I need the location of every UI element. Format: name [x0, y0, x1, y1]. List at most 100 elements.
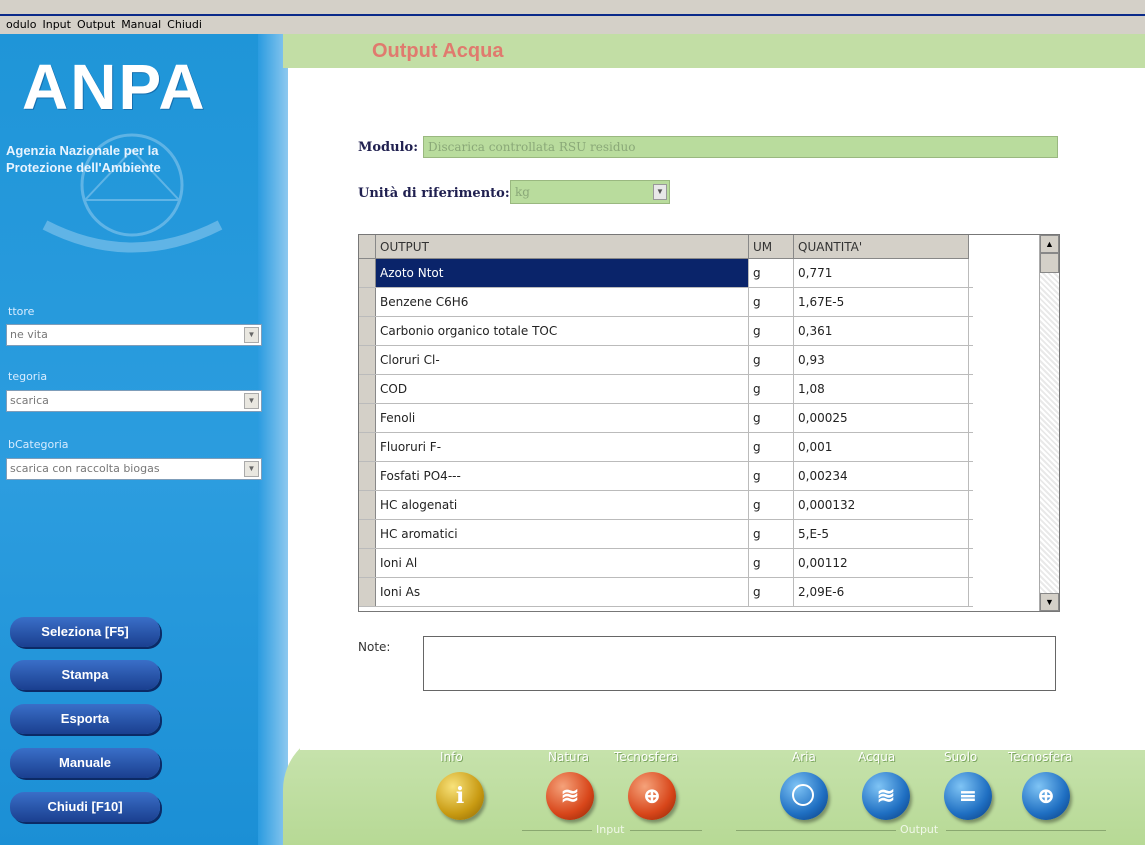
table-row[interactable]: HC aromatici g 5,E-5 — [359, 520, 973, 549]
quantity-cell[interactable]: 2,09E-6 — [794, 578, 969, 606]
output-table: OUTPUT UM QUANTITA' Azoto Ntot g 0,771 Benz… — [358, 234, 1060, 612]
stampa-button[interactable]: Stampa — [10, 660, 160, 690]
output-name-cell[interactable]: Ioni Al — [376, 549, 749, 577]
scroll-thumb[interactable] — [1040, 253, 1059, 273]
output-name-cell[interactable]: Benzene C6H6 — [376, 288, 749, 316]
um-cell[interactable]: g — [749, 346, 794, 374]
table-row[interactable]: HC alogenati g 0,000132 — [359, 491, 973, 520]
quantity-cell[interactable]: 0,00234 — [794, 462, 969, 490]
aria-icon[interactable] — [780, 772, 828, 820]
um-cell[interactable]: g — [749, 462, 794, 490]
output-name-cell[interactable]: COD — [376, 375, 749, 403]
row-selector[interactable] — [359, 346, 376, 374]
agency-name: Agenzia Nazionale per la Protezione dell… — [6, 142, 246, 176]
seleziona-button[interactable]: Seleziona [F5] — [10, 617, 160, 647]
row-selector[interactable] — [359, 462, 376, 490]
um-cell[interactable]: g — [749, 259, 794, 287]
menu-bar-fill — [260, 16, 1145, 34]
output-name-cell[interactable]: Cloruri Cl- — [376, 346, 749, 374]
tecnosfera-output-icon[interactable]: ⊕ — [1022, 772, 1070, 820]
menu-output[interactable]: Output — [77, 18, 115, 31]
column-header-quantita[interactable]: QUANTITA' — [794, 235, 969, 259]
categoria-label: tegoria — [8, 370, 48, 383]
tecnosfera-input-label: Tecnosfera — [614, 750, 679, 764]
um-cell[interactable]: g — [749, 549, 794, 577]
quantity-cell[interactable]: 0,001 — [794, 433, 969, 461]
menu-modulo[interactable]: odulo — [6, 18, 36, 31]
table-row[interactable]: Fosfati PO4--- g 0,00234 — [359, 462, 973, 491]
quantity-cell[interactable]: 1,08 — [794, 375, 969, 403]
column-header-output[interactable]: OUTPUT — [376, 235, 749, 259]
scroll-down-icon[interactable]: ▼ — [1040, 593, 1059, 611]
output-name-cell[interactable]: Ioni As — [376, 578, 749, 606]
subcategoria-label: bCategoria — [8, 438, 69, 451]
output-name-cell[interactable]: Fenoli — [376, 404, 749, 432]
menu-manual[interactable]: Manual — [121, 18, 161, 31]
chevron-down-icon[interactable]: ▼ — [244, 327, 259, 343]
output-name-cell[interactable]: Carbonio organico totale TOC — [376, 317, 749, 345]
column-header-um[interactable]: UM — [749, 235, 794, 259]
um-cell[interactable]: g — [749, 578, 794, 606]
acqua-icon[interactable]: ≋ — [862, 772, 910, 820]
aria-label: Aria — [792, 750, 816, 764]
quantity-cell[interactable]: 0,361 — [794, 317, 969, 345]
output-name-cell[interactable]: HC alogenati — [376, 491, 749, 519]
menu-chiudi[interactable]: Chiudi — [167, 18, 202, 31]
manuale-button[interactable]: Manuale — [10, 748, 160, 778]
natura-icon[interactable]: ≋ — [546, 772, 594, 820]
vertical-scrollbar[interactable]: ▲ ▼ — [1039, 235, 1059, 611]
um-cell[interactable]: g — [749, 375, 794, 403]
output-name-cell[interactable]: Fosfati PO4--- — [376, 462, 749, 490]
subcategoria-select[interactable]: scarica con raccolta biogas ▼ — [6, 458, 262, 480]
quantity-cell[interactable]: 0,000132 — [794, 491, 969, 519]
row-selector[interactable] — [359, 578, 376, 606]
output-name-cell[interactable]: Azoto Ntot — [376, 259, 749, 287]
um-cell[interactable]: g — [749, 491, 794, 519]
categoria-select[interactable]: scarica ▼ — [6, 390, 262, 412]
output-name-cell[interactable]: Fluoruri F- — [376, 433, 749, 461]
suolo-icon[interactable]: ≡ — [944, 772, 992, 820]
row-selector[interactable] — [359, 404, 376, 432]
table-row[interactable]: Ioni As g 2,09E-6 — [359, 578, 973, 607]
um-cell[interactable]: g — [749, 404, 794, 432]
um-cell[interactable]: g — [749, 520, 794, 548]
esporta-button[interactable]: Esporta — [10, 704, 160, 734]
chevron-down-icon[interactable]: ▼ — [244, 393, 259, 409]
table-row[interactable]: Benzene C6H6 g 1,67E-5 — [359, 288, 973, 317]
row-selector[interactable] — [359, 549, 376, 577]
settore-select[interactable]: ne vita ▼ — [6, 324, 262, 346]
row-selector[interactable] — [359, 317, 376, 345]
row-selector[interactable] — [359, 288, 376, 316]
table-row[interactable]: Carbonio organico totale TOC g 0,361 — [359, 317, 973, 346]
row-selector[interactable] — [359, 259, 376, 287]
table-row[interactable]: Ioni Al g 0,00112 — [359, 549, 973, 578]
quantity-cell[interactable]: 5,E-5 — [794, 520, 969, 548]
menu-input[interactable]: Input — [42, 18, 70, 31]
info-icon[interactable]: i — [436, 772, 484, 820]
um-cell[interactable]: g — [749, 317, 794, 345]
quantity-cell[interactable]: 0,771 — [794, 259, 969, 287]
scroll-up-icon[interactable]: ▲ — [1040, 235, 1059, 253]
row-selector[interactable] — [359, 491, 376, 519]
table-row[interactable]: Azoto Ntot g 0,771 — [359, 259, 973, 288]
table-row[interactable]: Cloruri Cl-g 0,93 — [359, 346, 973, 375]
unit-select[interactable]: kg ▼ — [510, 180, 670, 204]
tecnosfera-input-icon[interactable]: ⊕ — [628, 772, 676, 820]
quantity-cell[interactable]: 1,67E-5 — [794, 288, 969, 316]
row-selector[interactable] — [359, 520, 376, 548]
row-selector[interactable] — [359, 375, 376, 403]
note-textarea[interactable] — [423, 636, 1056, 691]
quantity-cell[interactable]: 0,00025 — [794, 404, 969, 432]
chevron-down-icon[interactable]: ▼ — [244, 461, 259, 477]
quantity-cell[interactable]: 0,93 — [794, 346, 969, 374]
um-cell[interactable]: g — [749, 288, 794, 316]
chiudi-button[interactable]: Chiudi [F10] — [10, 792, 160, 822]
um-cell[interactable]: g — [749, 433, 794, 461]
table-row[interactable]: Fluoruri F-g 0,001 — [359, 433, 973, 462]
table-row[interactable]: COD g 1,08 — [359, 375, 973, 404]
chevron-down-icon[interactable]: ▼ — [653, 184, 667, 200]
quantity-cell[interactable]: 0,00112 — [794, 549, 969, 577]
row-selector[interactable] — [359, 433, 376, 461]
output-name-cell[interactable]: HC aromatici — [376, 520, 749, 548]
table-row[interactable]: Fenoli g 0,00025 — [359, 404, 973, 433]
